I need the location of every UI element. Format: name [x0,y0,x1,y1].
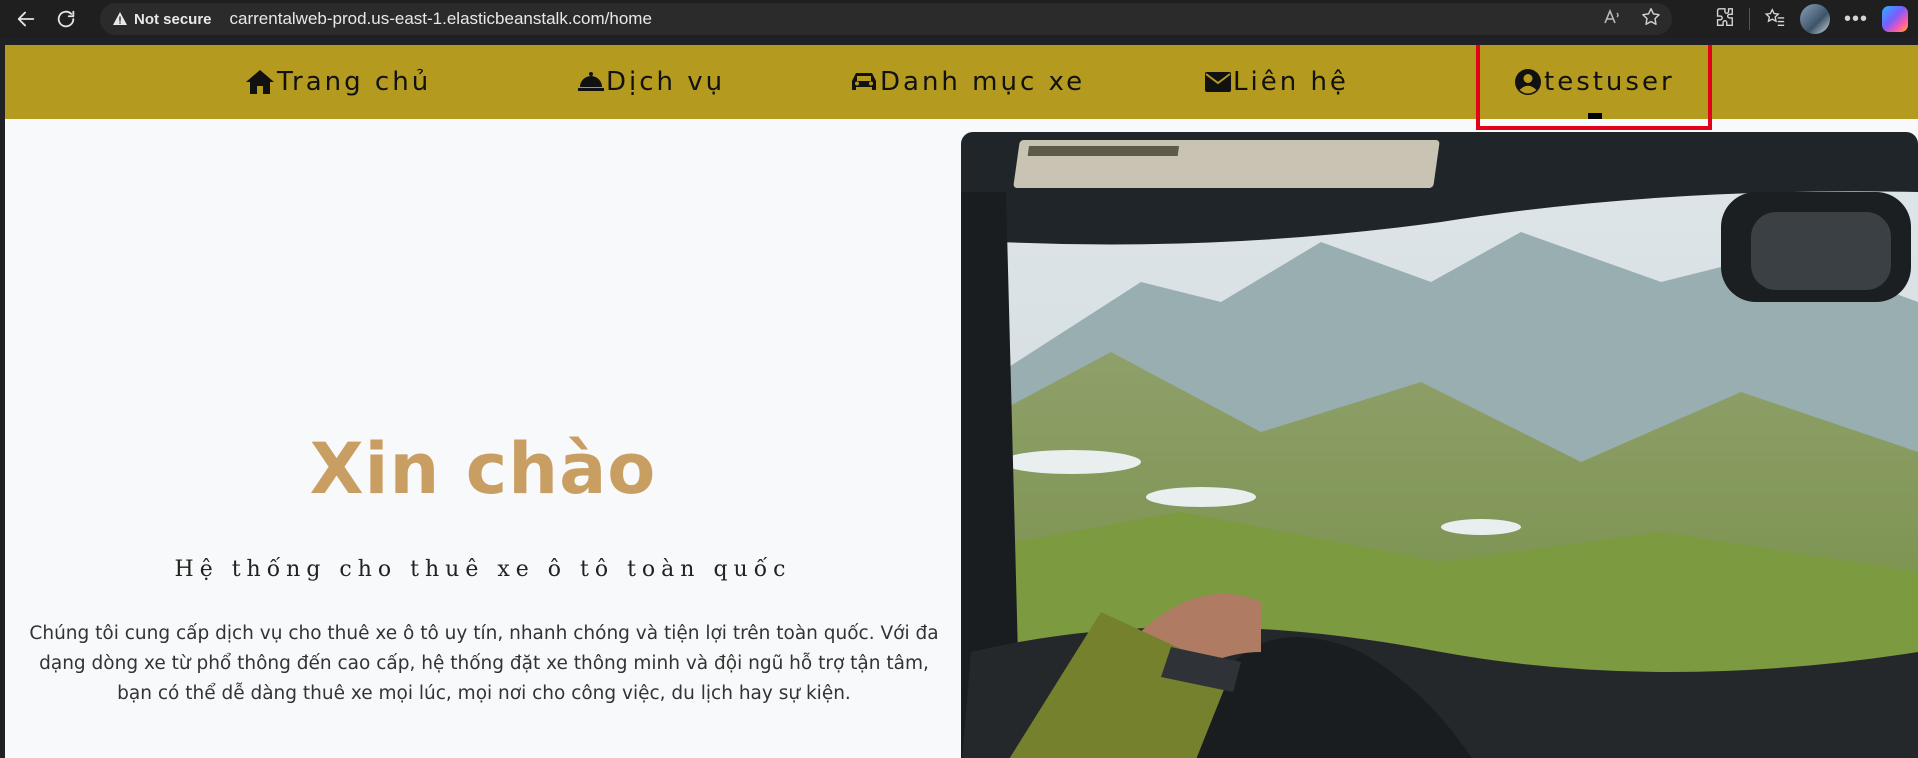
extensions-icon[interactable] [1713,6,1735,33]
warning-icon [113,12,127,25]
more-options-icon[interactable]: ••• [1844,8,1868,31]
envelope-icon [1205,72,1231,92]
web-page: Trang chủ Dịch vụ Danh mục xe Liên hệ te… [5,45,1918,758]
copilot-icon[interactable] [1882,6,1908,32]
profile-avatar[interactable] [1799,4,1830,34]
favorite-star-icon[interactable] [1640,6,1662,33]
refresh-icon[interactable] [48,1,84,37]
nav-label-contact: Liên hệ [1233,67,1349,97]
nav-item-services[interactable]: Dịch vụ [578,45,725,119]
nav-label-services: Dịch vụ [606,67,726,97]
home-icon [246,70,274,94]
nav-item-home[interactable]: Trang chủ [245,45,431,119]
service-bell-icon [578,72,604,91]
back-icon[interactable] [8,1,44,37]
hero-description: Chúng tôi cung cấp dịch vụ cho thuê xe ô… [29,623,939,704]
hero-subtitle: Hệ thống cho thuê xe ô tô toàn quốc [174,557,792,582]
read-aloud-icon[interactable] [1602,7,1622,32]
browser-toolbar: Not secure carrentalweb-prod.us-east-1.e… [0,0,1918,38]
highlight-box [1476,45,1712,130]
security-label[interactable]: Not secure [134,11,212,28]
nav-label-car-catalog: Danh mục xe [880,67,1086,97]
favorites-list-icon[interactable] [1764,6,1786,33]
address-bar[interactable]: Not secure carrentalweb-prod.us-east-1.e… [100,3,1672,35]
hero-image [961,132,1918,758]
car-icon [852,73,876,90]
hero-title: Xin chào [309,428,657,510]
nav-label-home: Trang chủ [277,67,432,97]
toolbar-divider [1748,8,1750,30]
nav-item-contact[interactable]: Liên hệ [1205,45,1349,119]
url-text[interactable]: carrentalweb-prod.us-east-1.elasticbeans… [230,9,652,29]
nav-item-car-catalog[interactable]: Danh mục xe [850,45,1085,119]
